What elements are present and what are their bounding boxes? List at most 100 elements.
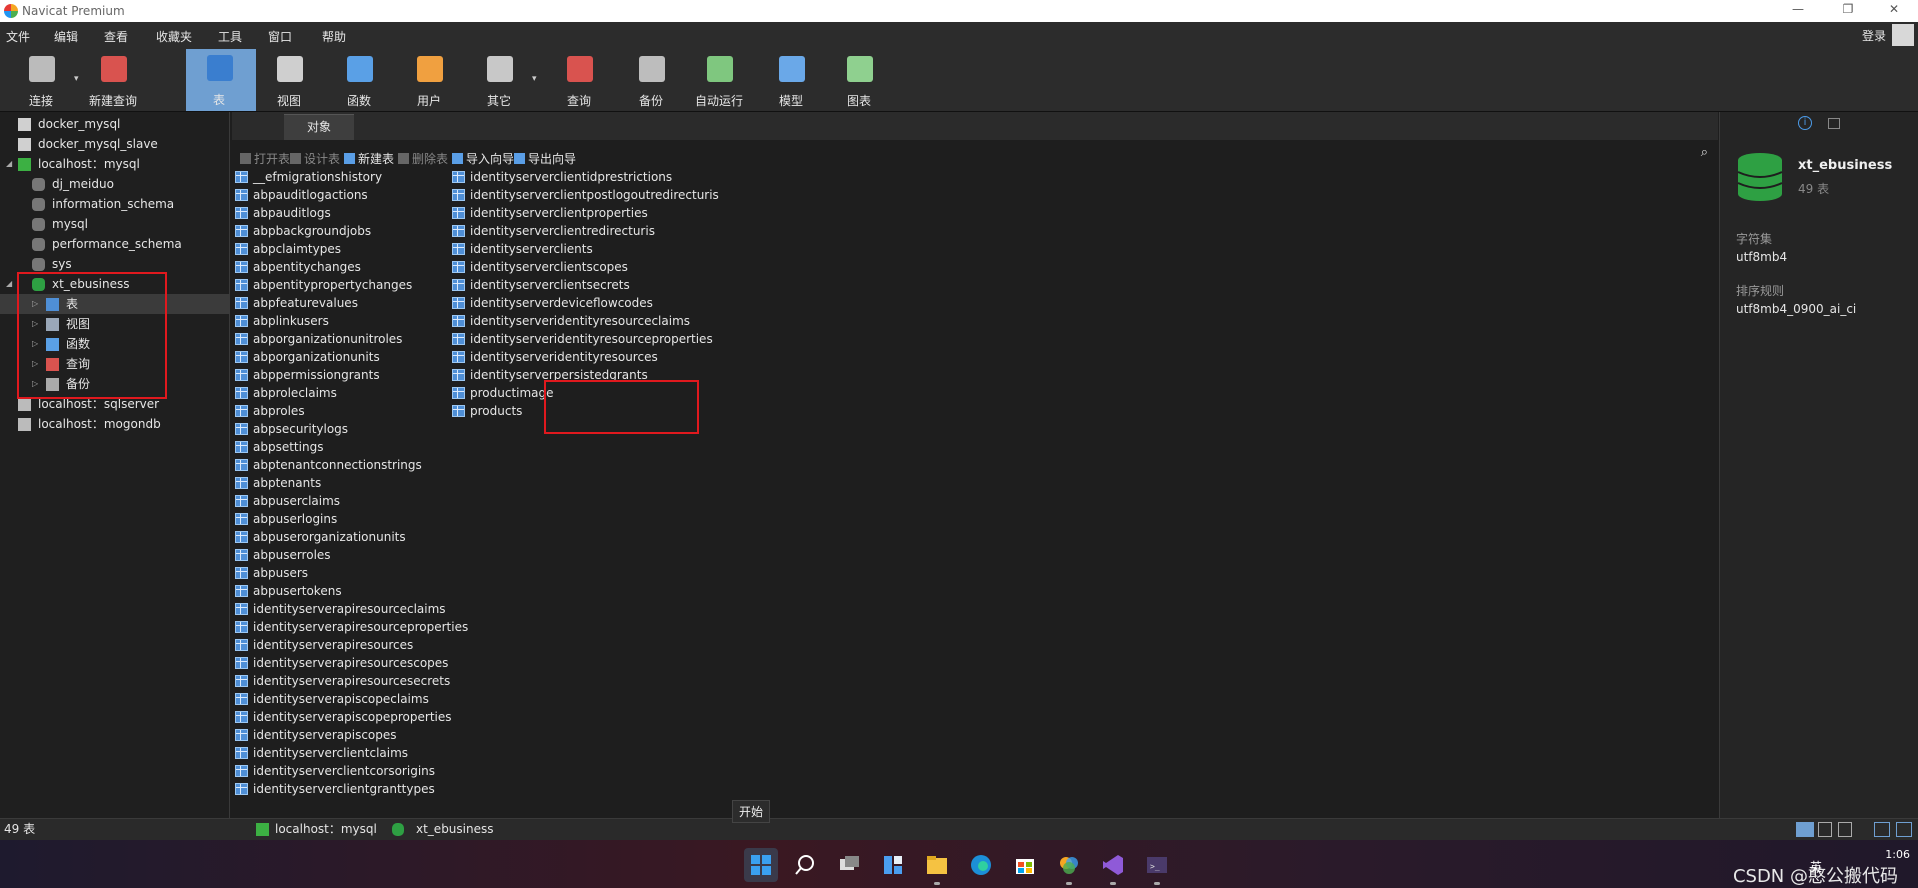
ime-indicator[interactable]: 英 <box>1810 858 1822 875</box>
edge-icon[interactable] <box>964 848 998 882</box>
connection-tree: docker_mysql docker_mysql_slave ◢ localhost… <box>0 112 230 818</box>
toolbar-auto-run-button[interactable]: 自动运行 <box>686 50 752 110</box>
table-name: identityserverapiresourceclaims <box>253 602 446 616</box>
toolbar-plug-button[interactable]: 连接 <box>8 50 74 110</box>
table-name: abproleclaims <box>253 386 337 400</box>
detail-view-icon[interactable] <box>1818 822 1832 837</box>
file-explorer-icon[interactable] <box>920 848 954 882</box>
table-name: identityserverapiscopes <box>253 728 397 742</box>
grid-view-icon[interactable] <box>1838 822 1852 837</box>
store-icon[interactable] <box>1008 848 1042 882</box>
table-icon <box>452 405 465 417</box>
tree-item[interactable]: mysql <box>0 214 230 234</box>
toolbar-query-button[interactable]: 查询 <box>546 50 612 110</box>
table-name: identityserverapiscopeclaims <box>253 692 429 706</box>
dropdown-arrow-icon[interactable]: ▾ <box>532 74 537 84</box>
visual-studio-icon[interactable] <box>1096 848 1130 882</box>
list-view-icon[interactable] <box>1796 822 1814 837</box>
menu-window[interactable]: 窗口 <box>268 28 292 45</box>
table-icon <box>235 171 248 183</box>
navicat-taskbar-icon[interactable] <box>1052 848 1086 882</box>
table-name: identityserverclientclaims <box>253 746 409 760</box>
object-toolbar-label: 删除表 <box>412 152 449 166</box>
terminal-icon[interactable]: >_ <box>1140 848 1174 882</box>
backup-icon <box>639 56 665 82</box>
open-table-button[interactable]: 打开表 <box>240 150 290 167</box>
design-table-button[interactable]: 设计表 <box>290 150 340 167</box>
table-icon <box>452 315 465 327</box>
user-avatar-icon[interactable] <box>1892 24 1914 46</box>
menu-edit[interactable]: 编辑 <box>54 28 78 45</box>
import-wizard-button[interactable]: 导入向导 <box>452 150 514 167</box>
toolbar-tools-button[interactable]: 其它 <box>466 50 532 110</box>
windows-start-icon[interactable] <box>744 848 778 882</box>
menu-help[interactable]: 帮助 <box>322 28 346 45</box>
tree-item-label: localhost：mysql <box>38 157 140 171</box>
delete-table-button[interactable]: 删除表 <box>398 150 448 167</box>
toolbar-label: 自动运行 <box>694 94 743 108</box>
tree-item[interactable]: performance_schema <box>0 234 230 254</box>
panel-left-icon[interactable] <box>1874 822 1890 837</box>
search-taskbar-icon[interactable] <box>788 848 822 882</box>
tree-item[interactable]: ◢ localhost：mysql <box>0 154 230 174</box>
task-view-icon[interactable] <box>832 848 866 882</box>
minimize-button[interactable]: — <box>1778 2 1818 16</box>
table-icon <box>235 459 248 471</box>
toolbar-chart-button[interactable]: 图表 <box>826 50 892 110</box>
toolbar-label: 用户 <box>416 94 441 108</box>
ddl-icon[interactable] <box>1828 118 1840 129</box>
info-icon[interactable]: i <box>1798 116 1812 130</box>
toolbar-table-button[interactable]: 表 <box>186 49 256 111</box>
table-icon <box>452 351 465 363</box>
panel-right-icon[interactable] <box>1896 822 1912 837</box>
table-name: abpentitychanges <box>253 260 361 274</box>
tree-item[interactable]: information_schema <box>0 194 230 214</box>
dropdown-arrow-icon[interactable]: ▾ <box>74 74 79 84</box>
table-icon <box>235 585 248 597</box>
table-name: identityserverclientgranttypes <box>253 782 435 796</box>
toolbar-label: 函数 <box>346 94 371 108</box>
export-wizard-button[interactable]: 导出向导 <box>514 150 576 167</box>
login-link[interactable]: 登录 <box>1862 27 1886 44</box>
toolbar-backup-button[interactable]: 备份 <box>618 50 684 110</box>
tree-item-label: docker_mysql_slave <box>38 137 158 151</box>
toolbar-user-button[interactable]: 用户 <box>396 50 462 110</box>
toolbar-new-query-button[interactable]: 新建查询 <box>80 50 146 110</box>
restore-button[interactable]: ❐ <box>1828 2 1868 16</box>
tree-item[interactable]: localhost：mogondb <box>0 414 230 434</box>
table-icon <box>235 225 248 237</box>
running-indicator <box>1110 882 1116 885</box>
toolbar-model-button[interactable]: 模型 <box>758 50 824 110</box>
view-icon <box>277 56 303 82</box>
menu-tools[interactable]: 工具 <box>218 28 242 45</box>
menu-view[interactable]: 查看 <box>104 28 128 45</box>
db-table-count: 49 表 <box>1798 182 1830 196</box>
table-icon <box>235 423 248 435</box>
delete-table-icon <box>398 153 409 164</box>
windows-taskbar: >_ CSDN @憨公搬代码 1:06 英 <box>0 840 1918 888</box>
tree-item[interactable]: dj_meiduo <box>0 174 230 194</box>
tree-item[interactable]: docker_mysql_slave <box>0 134 230 154</box>
search-icon[interactable]: ⌕ <box>1701 145 1708 160</box>
connection-icon <box>18 138 31 151</box>
tree-item[interactable]: sys <box>0 254 230 274</box>
menu-file[interactable]: 文件 <box>6 28 30 45</box>
expand-arrow-icon[interactable]: ◢ <box>6 274 12 294</box>
table-icon <box>235 531 248 543</box>
expand-arrow-icon[interactable]: ◢ <box>6 154 12 174</box>
tree-item[interactable]: docker_mysql <box>0 114 230 134</box>
menu-favorites[interactable]: 收藏夹 <box>156 28 192 45</box>
close-button[interactable]: ✕ <box>1874 2 1914 16</box>
tab-objects[interactable]: 对象 <box>284 114 354 140</box>
tree-item-label: sys <box>52 257 72 271</box>
running-indicator <box>1154 882 1160 885</box>
object-toolbar-label: 新建表 <box>358 152 395 166</box>
widgets-icon[interactable] <box>876 848 910 882</box>
toolbar-label: 视图 <box>276 94 301 108</box>
toolbar-view-button[interactable]: 视图 <box>256 50 322 110</box>
table-name: identityserveridentityresourceclaims <box>470 314 691 328</box>
clock-time: 1:06 <box>1885 848 1910 861</box>
toolbar-function-button[interactable]: 函数 <box>326 50 392 110</box>
charset-value: utf8mb4 <box>1736 250 1788 264</box>
new-table-button[interactable]: 新建表 <box>344 150 394 167</box>
